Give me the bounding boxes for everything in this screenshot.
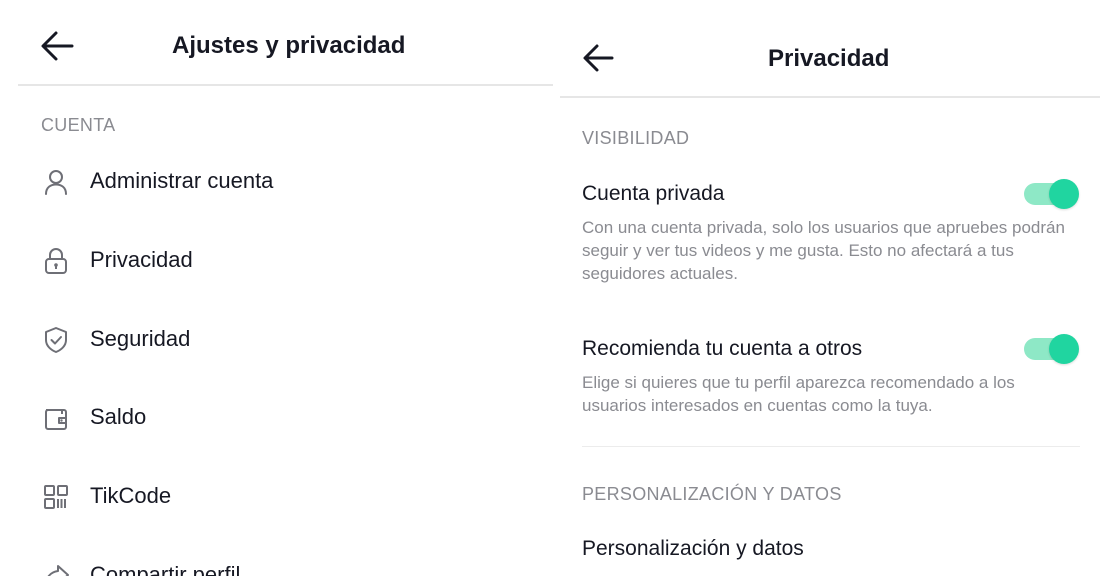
back-button[interactable]: [40, 30, 74, 62]
shield-check-icon: [45, 327, 67, 353]
arrow-left-icon: [583, 44, 614, 72]
menu-item-label: Privacidad: [90, 247, 193, 272]
header-divider: [18, 84, 553, 86]
page-title: Privacidad: [768, 45, 890, 72]
page-title: Ajustes y privacidad: [172, 32, 406, 59]
menu-item-label: Saldo: [90, 404, 147, 429]
arrow-left-icon: [41, 31, 74, 61]
toggle-knob: [1049, 334, 1079, 364]
settings-privacy-screen: Ajustes y privacidad CUENTA Administrar …: [0, 0, 560, 576]
menu-item-compartir-perfil[interactable]: Compartir perfil: [40, 548, 540, 576]
section-label-visibilidad: VISIBILIDAD: [582, 128, 690, 148]
lock-icon: [45, 248, 67, 274]
menu-item-seguridad[interactable]: Seguridad: [40, 312, 540, 368]
menu-item-administrar-cuenta[interactable]: Administrar cuenta: [40, 154, 540, 210]
menu-item-label: Seguridad: [90, 326, 191, 351]
personalizacion-y-datos-item[interactable]: Personalización y datos: [582, 537, 804, 561]
menu-item-label: Administrar cuenta: [90, 168, 274, 193]
private-account-toggle[interactable]: [1024, 178, 1080, 210]
wallet-icon: [45, 409, 67, 430]
menu-item-privacidad[interactable]: Privacidad: [40, 233, 540, 289]
setting-description-private-account: Con una cuenta privada, solo los usuario…: [582, 218, 1065, 283]
qr-code-icon: [44, 485, 68, 509]
back-button[interactable]: [582, 43, 614, 73]
menu-item-tikcode[interactable]: TikCode: [40, 469, 540, 525]
section-divider: [582, 446, 1080, 447]
menu-item-label: Compartir perfil: [90, 562, 241, 576]
suggest-account-toggle[interactable]: [1024, 333, 1080, 365]
setting-description-suggest-account: Elige si quieres que tu perfil aparezca …: [582, 373, 1015, 415]
setting-title-suggest-account: Recomienda tu cuenta a otros: [582, 337, 863, 360]
toggle-knob: [1049, 179, 1079, 209]
header-divider: [560, 96, 1100, 98]
section-label-cuenta: CUENTA: [41, 115, 116, 135]
section-label-personalizacion: PERSONALIZACIÓN Y DATOS: [582, 484, 842, 504]
privacy-screen: Privacidad VISIBILIDAD Cuenta privada Co…: [560, 0, 1100, 576]
person-icon: [45, 170, 67, 195]
menu-item-label: TikCode: [90, 483, 172, 508]
setting-title-private-account: Cuenta privada: [582, 182, 725, 205]
menu-item-saldo[interactable]: Saldo: [40, 390, 540, 446]
share-icon: [47, 565, 69, 576]
